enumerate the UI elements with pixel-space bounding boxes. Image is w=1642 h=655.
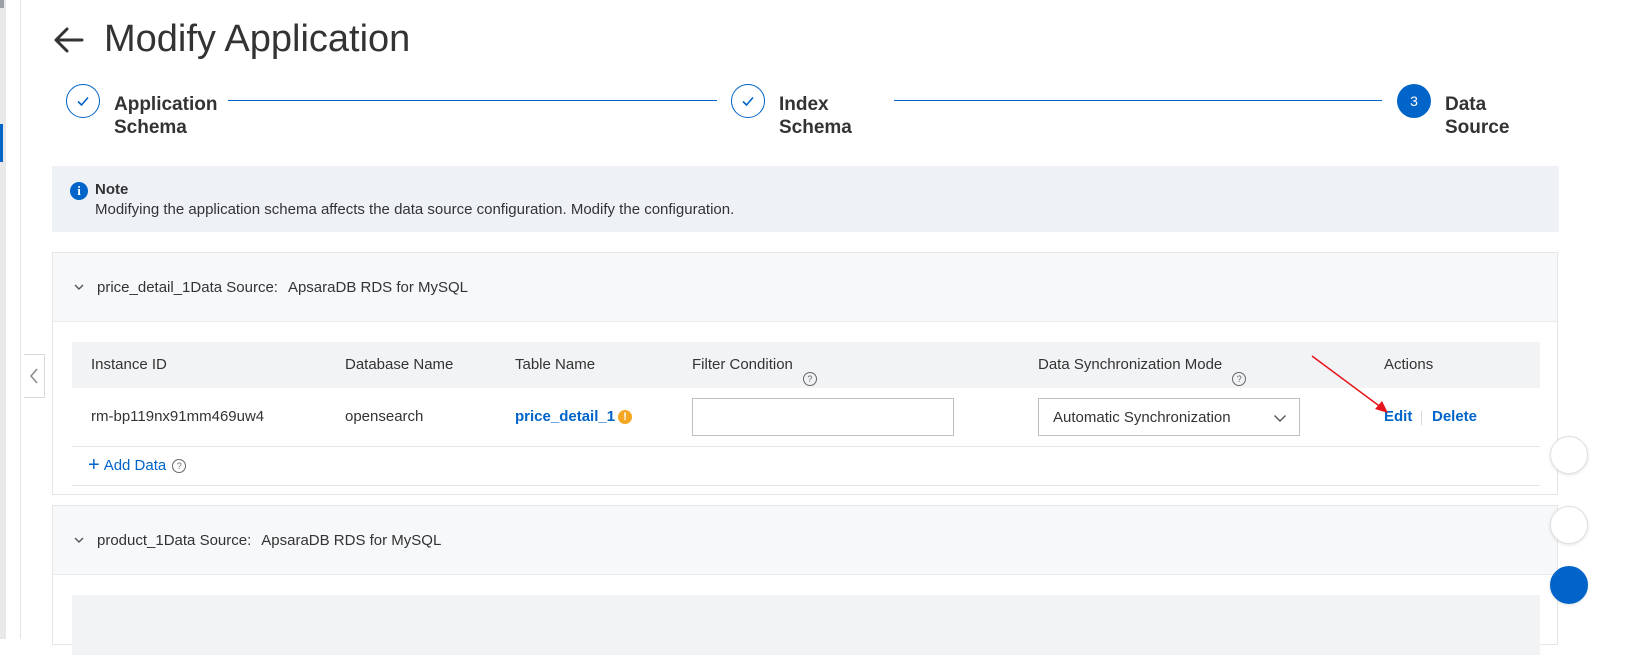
chevron-down-icon <box>1274 415 1286 422</box>
step-3-label-line2: Source <box>1445 117 1510 138</box>
step-1-check-icon <box>66 84 100 118</box>
back-arrow-icon[interactable] <box>52 23 86 57</box>
data-source-label: Data Source: <box>163 531 252 549</box>
nav-top-mark <box>0 0 4 8</box>
nav-active-indicator <box>0 124 3 162</box>
float-menu-button[interactable] <box>1550 566 1588 604</box>
step-2-label-line2: Schema <box>779 117 852 138</box>
data-source-panel-header[interactable]: product_1 Data Source: ApsaraDB RDS for My… <box>53 506 1557 575</box>
action-divider <box>1421 411 1422 425</box>
help-icon[interactable]: ? <box>802 372 817 386</box>
table-header <box>72 595 1540 655</box>
filter-condition-input[interactable] <box>692 398 954 436</box>
step-1-label: Application Schema <box>114 93 217 139</box>
step-connector-1 <box>228 100 717 101</box>
data-source-name: price_detail_1 <box>97 278 191 296</box>
step-2-label-line1: Index <box>779 94 829 115</box>
table-name-link[interactable]: price_detail_1 <box>515 408 615 425</box>
check-icon <box>742 96 754 107</box>
info-icon: i <box>70 182 88 200</box>
help-icon[interactable]: ? <box>172 459 187 473</box>
data-source-type: ApsaraDB RDS for MySQL <box>261 531 442 549</box>
note-text: Modifying the application schema affects… <box>95 201 735 218</box>
check-icon <box>77 96 89 107</box>
chevron-down-icon[interactable] <box>73 534 85 546</box>
instance-id-cell: rm-bp119nx91mm469uw4 <box>91 408 265 425</box>
float-help-button[interactable] <box>1550 436 1588 474</box>
column-instance-id: Instance ID <box>91 356 167 373</box>
content-left-border <box>20 0 21 639</box>
step-3-label-line1: Data <box>1445 94 1487 115</box>
sync-mode-select[interactable]: Automatic Synchronization <box>1038 398 1300 436</box>
chevron-left-icon <box>30 368 38 384</box>
delete-button[interactable]: Delete <box>1432 408 1477 425</box>
column-filter-condition-label: Filter Condition <box>692 356 793 373</box>
database-name-cell: opensearch <box>345 408 424 425</box>
step-3-number: 3 <box>1410 93 1418 109</box>
column-sync-mode: Data Synchronization Mode? <box>1038 356 1247 386</box>
step-2-check-icon <box>731 84 765 118</box>
warning-icon[interactable]: ! <box>618 410 633 424</box>
column-database-name: Database Name <box>345 356 454 373</box>
step-2-label: Index Schema <box>779 93 852 139</box>
add-data-label: Add Data <box>103 457 167 474</box>
table-name-cell: price_detail_1! <box>515 408 633 425</box>
step-3-label: Data Source <box>1445 93 1509 139</box>
column-sync-mode-label: Data Synchronization Mode <box>1038 356 1223 373</box>
step-3-number-icon: 3 <box>1397 84 1431 118</box>
note-title: Note <box>95 181 129 198</box>
data-source-panel-product: product_1 Data Source: ApsaraDB RDS for My… <box>52 505 1558 655</box>
step-connector-2 <box>894 100 1382 101</box>
page-header: Modify Application <box>52 18 410 61</box>
page-title: Modify Application <box>104 18 411 60</box>
note-banner: i Note Modifying the application schema … <box>52 166 1559 232</box>
step-1-label-line2: Schema <box>114 117 187 138</box>
column-table-name: Table Name <box>515 356 596 373</box>
float-feedback-button[interactable] <box>1550 506 1588 544</box>
data-source-label: Data Source: <box>190 278 278 296</box>
step-1-label-line1: Application <box>114 94 218 115</box>
help-icon[interactable]: ? <box>1232 372 1247 386</box>
left-navigation-strip <box>0 0 6 639</box>
add-data-row: + Add Data? <box>72 447 1540 486</box>
data-source-name: product_1 <box>97 531 164 549</box>
annotation-arrow-icon <box>1311 355 1388 413</box>
column-filter-condition: Filter Condition? <box>692 356 817 386</box>
data-source-type: ApsaraDB RDS for MySQL <box>287 278 469 296</box>
collapse-sidebar-button[interactable] <box>24 354 45 398</box>
plus-icon: + <box>88 454 100 476</box>
sync-mode-value: Automatic Synchronization <box>1053 408 1231 426</box>
data-source-panel-header[interactable]: price_detail_1 Data Source: ApsaraDB RDS f… <box>53 253 1557 322</box>
chevron-down-icon[interactable] <box>73 281 85 293</box>
add-data-button[interactable]: + Add Data? <box>88 454 187 476</box>
